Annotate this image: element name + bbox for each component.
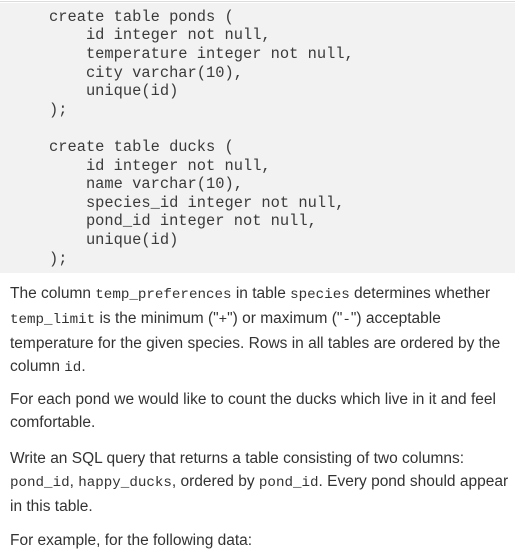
- paragraph-text: in table: [231, 285, 291, 302]
- inline-code: pond_id: [258, 475, 319, 491]
- paragraph-text: Write an SQL query that returns a table …: [10, 450, 465, 467]
- paragraph-text: .: [81, 358, 86, 375]
- inline-code: pond_id: [10, 475, 70, 491]
- code-line: city varchar(10),: [49, 64, 243, 82]
- code-line: );: [49, 250, 68, 268]
- paragraph-text: , ordered by: [171, 473, 259, 490]
- code-line: create table ducks (: [49, 138, 234, 156]
- inline-code: temp_limit: [10, 312, 96, 328]
- inline-code: +: [218, 312, 228, 328]
- sql-code-block: create table ponds ( id integer not null…: [0, 0, 515, 273]
- paragraph-text: ") or maximum (": [227, 310, 343, 327]
- paragraph-text: determines whether: [349, 285, 491, 302]
- code-line: unique(id): [49, 231, 179, 249]
- code-line: pond_id integer not null,: [49, 212, 317, 230]
- paragraph-example: For example, for the following data:: [10, 532, 253, 549]
- inline-code: happy_ducks: [78, 475, 172, 491]
- inline-code: -: [342, 312, 351, 328]
- paragraph-temp-preferences: The column temp_preferences in table spe…: [10, 282, 510, 380]
- inline-code: id: [64, 360, 82, 376]
- paragraph-count-ducks: For each pond we would like to count the…: [10, 391, 496, 431]
- code-line: temperature integer not null,: [49, 45, 354, 63]
- code-line: );: [49, 101, 68, 119]
- code-line: unique(id): [49, 82, 179, 100]
- inline-code: temp_preferences: [95, 287, 232, 303]
- paragraph-text: is the minimum (": [95, 310, 219, 327]
- paragraph-text: The column: [10, 285, 96, 302]
- paragraph-task: Write an SQL query that returns a table …: [10, 447, 510, 518]
- code-line: species_id integer not null,: [49, 194, 345, 212]
- code-line: id integer not null,: [49, 157, 271, 175]
- code-line: id integer not null,: [49, 26, 271, 44]
- code-line: name varchar(10),: [49, 175, 243, 193]
- inline-code: species: [290, 287, 350, 303]
- paragraph-text: ,: [69, 473, 79, 490]
- code-line: create table ponds (: [49, 8, 234, 26]
- top-divider: [0, 0, 515, 3]
